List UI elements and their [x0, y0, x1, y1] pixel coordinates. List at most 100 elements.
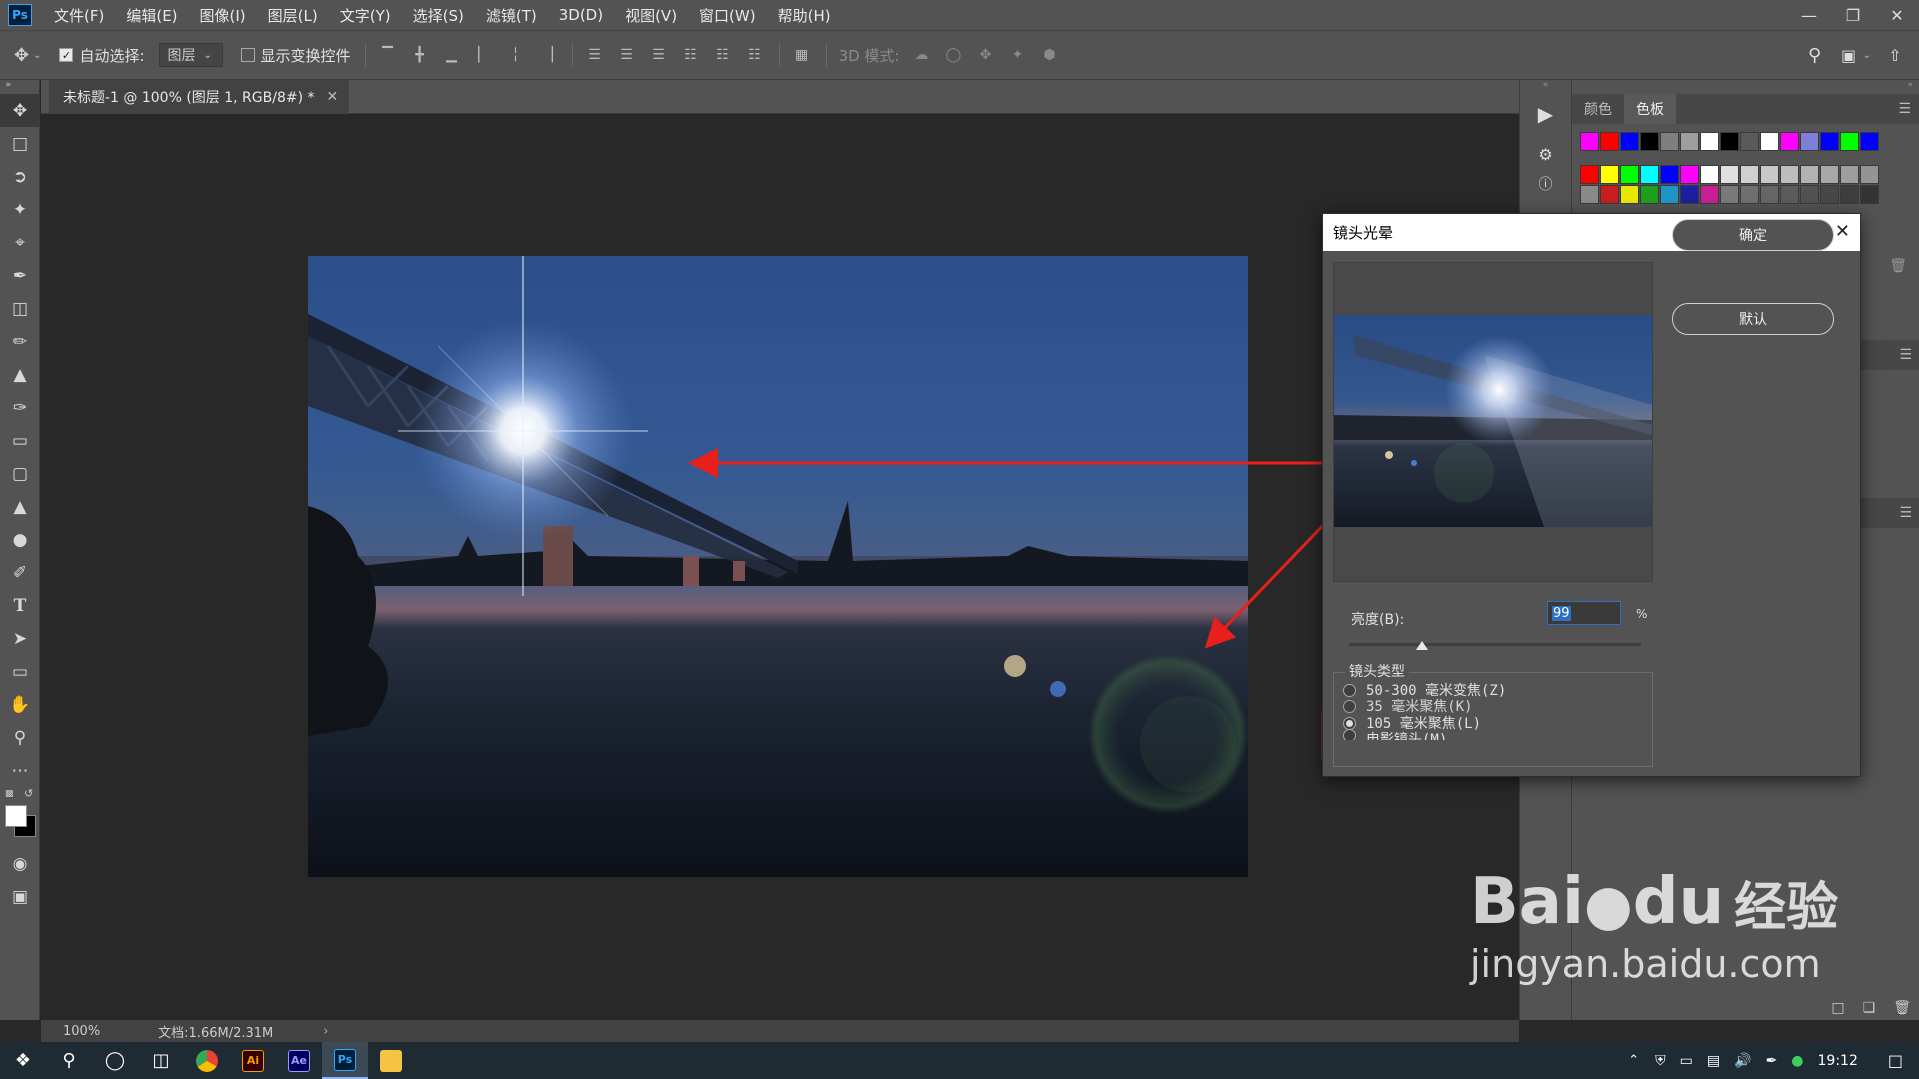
color-swatch[interactable] — [1600, 185, 1619, 204]
color-swatch[interactable] — [1580, 165, 1599, 184]
file-explorer-app[interactable] — [368, 1042, 414, 1079]
illustrator-icon: Ai — [242, 1049, 264, 1072]
color-swatch[interactable] — [1780, 185, 1799, 204]
color-swatch[interactable] — [1740, 185, 1759, 204]
search-icon[interactable]: ⚲ — [46, 1042, 92, 1079]
photoshop-app[interactable]: Ps — [322, 1042, 368, 1079]
chevron-up-icon[interactable]: ⌃ — [1628, 1053, 1639, 1068]
cortana-icon[interactable]: ◯ — [92, 1042, 138, 1079]
color-swatch[interactable] — [1860, 132, 1879, 151]
system-tray: ⌃ ⛨ ▭ ▤ 🔊 ✒ ● 19:12 □ — [1628, 1042, 1919, 1079]
color-swatch[interactable] — [1660, 185, 1679, 204]
brightness-label: 亮度(B): — [1351, 612, 1405, 628]
ok-button[interactable]: 确定 — [1672, 219, 1834, 251]
clock[interactable]: 19:12 — [1818, 1053, 1858, 1069]
color-swatch[interactable] — [1680, 132, 1699, 151]
brightness-input[interactable]: 99 — [1547, 601, 1621, 625]
windows-start-icon[interactable]: ❖ — [0, 1042, 46, 1079]
color-swatch[interactable] — [1760, 165, 1779, 184]
ok-button-label: 确定 — [1739, 228, 1767, 244]
baidu-watermark: Bai ● du 经验 jingyan.baidu.com — [1470, 870, 1838, 986]
color-swatch[interactable] — [1840, 132, 1859, 151]
radio-button[interactable] — [1343, 683, 1356, 697]
radio-button[interactable] — [1343, 716, 1356, 730]
color-swatch[interactable] — [1720, 165, 1739, 184]
battery-icon[interactable]: ▭ — [1680, 1053, 1693, 1069]
lens-option-movie[interactable]: 电影镜头(M) — [1343, 729, 1447, 740]
watermark-brand2: du — [1632, 865, 1725, 939]
color-swatch[interactable] — [1820, 185, 1839, 204]
lens-flare-dialog: 镜头光晕 ✕ 确定 默认 亮度(B): 99 % 镜头类型 50-300 毫米变… — [1322, 213, 1861, 777]
color-swatch[interactable] — [1780, 132, 1799, 151]
expand-icon[interactable]: « — [1520, 80, 1571, 94]
color-swatch[interactable] — [1660, 132, 1679, 151]
color-swatch[interactable] — [1700, 132, 1719, 151]
chrome-app[interactable] — [184, 1042, 230, 1079]
lens-type-label: 镜头类型 — [1345, 661, 1409, 681]
after-effects-icon: Ae — [288, 1049, 310, 1072]
color-swatch[interactable] — [1820, 132, 1839, 151]
after-effects-app[interactable]: Ae — [276, 1042, 322, 1079]
color-swatch[interactable] — [1620, 165, 1639, 184]
panel-menu-icon[interactable]: ☰ — [1898, 94, 1919, 124]
color-swatch[interactable] — [1860, 185, 1879, 204]
tab-swatches[interactable]: 色板 — [1624, 94, 1676, 124]
collapse-icon[interactable]: » — [1572, 80, 1919, 94]
color-swatch[interactable] — [1640, 165, 1659, 184]
color-swatch[interactable] — [1600, 165, 1619, 184]
chevron-right-icon[interactable]: › — [323, 1024, 328, 1039]
color-swatch[interactable] — [1700, 165, 1719, 184]
zoom-level[interactable]: 100% — [63, 1024, 100, 1039]
color-swatch[interactable] — [1760, 132, 1779, 151]
trash-icon[interactable]: 🗑 — [1889, 258, 1907, 274]
adjustments-icon[interactable]: ⚙ — [1520, 134, 1571, 174]
brightness-value: 99 — [1552, 605, 1571, 621]
color-swatch[interactable] — [1800, 165, 1819, 184]
color-swatch[interactable] — [1620, 132, 1639, 151]
color-swatch[interactable] — [1660, 165, 1679, 184]
color-swatch[interactable] — [1760, 185, 1779, 204]
trash-icon[interactable]: 🗑 — [1893, 1000, 1911, 1016]
color-swatch[interactable] — [1740, 132, 1759, 151]
radio-button[interactable] — [1343, 729, 1356, 740]
color-swatch[interactable] — [1860, 165, 1879, 184]
dialog-title: 镜头光晕 — [1333, 224, 1394, 242]
color-swatch[interactable] — [1800, 185, 1819, 204]
flare-preview[interactable] — [1334, 315, 1652, 527]
illustrator-app[interactable]: Ai — [230, 1042, 276, 1079]
brightness-slider[interactable] — [1349, 643, 1641, 646]
color-swatch[interactable] — [1680, 185, 1699, 204]
color-swatch[interactable] — [1820, 165, 1839, 184]
color-swatch[interactable] — [1780, 165, 1799, 184]
color-swatch[interactable] — [1840, 165, 1859, 184]
app-tray-icon[interactable]: ● — [1791, 1053, 1803, 1069]
color-swatch[interactable] — [1580, 132, 1599, 151]
volume-icon[interactable]: 🔊 — [1734, 1053, 1751, 1069]
play-icon[interactable]: ▶ — [1520, 94, 1571, 134]
default-button[interactable]: 默认 — [1672, 303, 1834, 335]
new-group-icon[interactable]: □ — [1831, 1000, 1844, 1016]
color-swatch[interactable] — [1640, 185, 1659, 204]
radio-button[interactable] — [1343, 699, 1356, 713]
color-swatch[interactable] — [1740, 165, 1759, 184]
color-swatch[interactable] — [1720, 185, 1739, 204]
color-swatch[interactable] — [1840, 185, 1859, 204]
network-icon[interactable]: ▤ — [1707, 1053, 1720, 1069]
tab-color[interactable]: 颜色 — [1572, 94, 1624, 124]
new-layer-icon[interactable]: ❏ — [1863, 1000, 1876, 1016]
color-swatch[interactable] — [1620, 185, 1639, 204]
close-icon[interactable]: ✕ — [1835, 221, 1850, 242]
pen-icon[interactable]: ✒ — [1766, 1053, 1778, 1069]
shield-icon[interactable]: ⛨ — [1655, 1053, 1666, 1069]
color-swatch[interactable] — [1580, 185, 1599, 204]
task-view-icon[interactable]: ◫ — [138, 1042, 184, 1079]
color-swatch[interactable] — [1600, 132, 1619, 151]
color-swatch[interactable] — [1700, 185, 1719, 204]
info-icon[interactable]: ⓘ — [1520, 174, 1571, 194]
color-swatch[interactable] — [1800, 132, 1819, 151]
slider-thumb[interactable] — [1416, 641, 1428, 650]
notification-icon[interactable]: □ — [1888, 1051, 1903, 1070]
color-swatch[interactable] — [1680, 165, 1699, 184]
color-swatch[interactable] — [1720, 132, 1739, 151]
color-swatch[interactable] — [1640, 132, 1659, 151]
